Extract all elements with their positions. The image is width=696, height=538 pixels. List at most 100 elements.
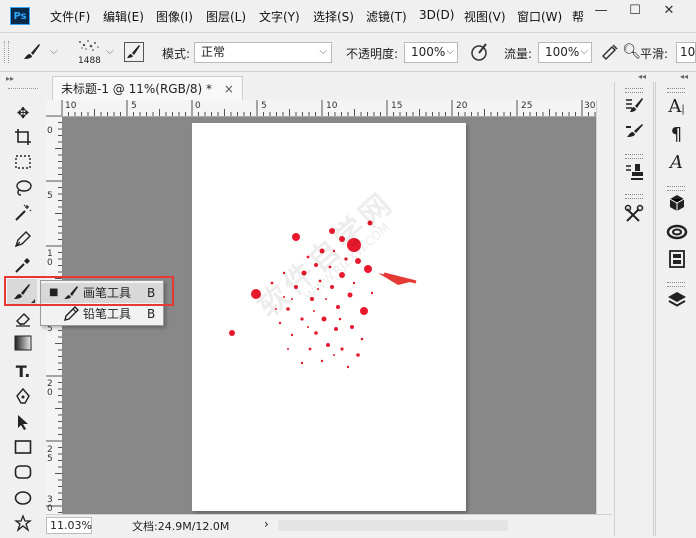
- magic-wand-tool[interactable]: [11, 204, 35, 226]
- mode-select[interactable]: 正常 ⌵: [194, 42, 332, 63]
- airbrush-button[interactable]: [600, 42, 620, 62]
- layers-icon: [667, 292, 686, 307]
- vertical-scrollbar[interactable]: [596, 100, 613, 514]
- flow-label: 流量:: [504, 47, 533, 61]
- horizontal-scrollbar[interactable]: [278, 520, 508, 531]
- smoothing-label: 平滑:: [640, 47, 669, 61]
- flyout-item-pencil-tool[interactable]: 铅笔工具 B: [41, 304, 163, 324]
- menu-type[interactable]: 文字(Y): [259, 8, 300, 25]
- menu-layer[interactable]: 图层(L): [206, 8, 246, 25]
- flyout-item-shortcut: B: [147, 307, 156, 321]
- menu-help[interactable]: 帮: [572, 8, 584, 25]
- paragraph-panel-button[interactable]: ¶: [656, 124, 696, 145]
- panel-dock-right: A| ¶ A: [655, 82, 696, 536]
- panel-grip: [625, 88, 643, 93]
- 3d-panel-button[interactable]: [656, 194, 696, 216]
- eyedropper-icon: [15, 258, 30, 273]
- cube-icon: [669, 195, 684, 211]
- brush-chevron-down-icon[interactable]: ⌵: [106, 46, 114, 57]
- panel-grip: [667, 282, 685, 287]
- pen-icon: [16, 387, 30, 404]
- zoom-input[interactable]: 11.03%: [46, 517, 92, 534]
- brush-icon: [24, 44, 40, 59]
- menu-image[interactable]: 图像(I): [156, 8, 193, 25]
- menu-select[interactable]: 选择(S): [313, 8, 354, 25]
- preset-chevron-down-icon[interactable]: ⌵: [50, 46, 58, 57]
- ruler-top-label: 25: [521, 101, 533, 111]
- move-tool[interactable]: ✥: [11, 102, 35, 124]
- panel-grip: [625, 194, 643, 199]
- menu-window[interactable]: 窗口(W): [517, 8, 562, 25]
- brush-settings-icon: [626, 98, 643, 112]
- menu-file[interactable]: 文件(F): [50, 8, 90, 25]
- opacity-input[interactable]: 100% ⌵: [404, 42, 458, 63]
- mode-value: 正常: [201, 45, 226, 59]
- layers-panel-button[interactable]: [656, 290, 696, 314]
- mode-chevron-down-icon: ⌵: [319, 46, 327, 57]
- rounded-rectangle-tool[interactable]: [11, 464, 35, 486]
- marquee-tool[interactable]: [11, 153, 35, 175]
- ellipse-tool[interactable]: [11, 490, 35, 512]
- glyphs-panel-button[interactable]: A: [656, 152, 696, 173]
- tool-presets-panel-button[interactable]: [615, 204, 653, 228]
- rounded-rectangle-icon: [14, 465, 32, 479]
- brush-panel-icon: [127, 45, 140, 58]
- brush-settings-toggle[interactable]: [124, 42, 144, 62]
- minimize-button[interactable]: —: [584, 0, 618, 22]
- artboard-tool[interactable]: [11, 128, 35, 150]
- ruler-top-label: 30: [584, 101, 596, 111]
- panel-b-collapse-icon[interactable]: ◂◂: [680, 72, 688, 81]
- flow-input[interactable]: 100% ⌵: [538, 42, 592, 63]
- ruler-left-label: 5: [47, 191, 53, 201]
- lasso-tool[interactable]: [11, 179, 35, 201]
- magic-wand-icon: [15, 204, 32, 221]
- pilcrow-icon: ¶: [670, 124, 683, 145]
- menu-3d[interactable]: 3D(D): [419, 8, 454, 22]
- crop-tool[interactable]: [11, 230, 35, 252]
- mode-label: 模式:: [162, 47, 191, 61]
- menu-filter[interactable]: 滤镜(T): [366, 8, 407, 25]
- artboard-icon: [15, 129, 31, 145]
- panel-grip: [625, 154, 643, 159]
- options-bar: ⌵ 1488 ⌵ 模式: 正常 ⌵ 不透明度: 100% ⌵ 流量: 100% …: [0, 33, 696, 72]
- ruler-origin[interactable]: [46, 100, 62, 116]
- document-tab[interactable]: 未标题-1 @ 11%(RGB/8) * ×: [52, 76, 243, 101]
- rectangle-icon: [14, 440, 32, 454]
- tool-preset-picker[interactable]: [22, 42, 42, 65]
- type-tool[interactable]: T.: [11, 361, 35, 383]
- panel-collapse-icon[interactable]: ◂◂: [638, 72, 646, 81]
- custom-shape-tool[interactable]: [11, 514, 35, 536]
- highlight-annotation: [4, 276, 174, 306]
- toolbar-grip: [8, 88, 38, 89]
- pressure-opacity-button[interactable]: [470, 42, 490, 62]
- document-canvas[interactable]: 软件自学网 WWW.RJZXW.COM: [192, 123, 466, 511]
- rectangle-tool[interactable]: [11, 439, 35, 461]
- close-window-button[interactable]: ✕: [652, 0, 686, 22]
- menu-view[interactable]: 视图(V): [464, 8, 506, 25]
- clone-source-panel-button[interactable]: [615, 162, 653, 186]
- ruler-top-label: 10: [65, 101, 77, 111]
- pen-tool[interactable]: [11, 387, 35, 409]
- path-selection-tool[interactable]: [11, 413, 35, 435]
- brush-settings-panel-button[interactable]: [615, 96, 653, 120]
- smoothing-value: 10: [680, 45, 696, 59]
- character-panel-button[interactable]: A|: [656, 96, 696, 117]
- panel-dock-left: [614, 82, 654, 536]
- brushes-panel-button[interactable]: [615, 122, 653, 146]
- status-more-arrow[interactable]: ›: [264, 517, 269, 531]
- adjustments-panel-button[interactable]: [656, 250, 696, 272]
- menu-edit[interactable]: 编辑(E): [103, 8, 144, 25]
- smoothing-input[interactable]: 10: [676, 42, 696, 63]
- horizontal-ruler[interactable]: 10 5 0 5 10 15 20 25 30: [62, 100, 596, 117]
- restore-button[interactable]: ☐: [618, 0, 652, 22]
- libraries-panel-button[interactable]: [656, 222, 696, 244]
- toolbar-collapse-icon[interactable]: ▸▸: [6, 74, 14, 83]
- gradient-tool[interactable]: [11, 335, 35, 357]
- eraser-tool[interactable]: [11, 310, 35, 332]
- character-a-icon: A: [668, 96, 682, 117]
- eyedropper-tool[interactable]: [11, 256, 35, 278]
- panel-grip: [667, 186, 685, 191]
- tools-icon: [624, 204, 644, 222]
- creative-cloud-icon: [666, 224, 687, 240]
- close-tab-icon[interactable]: ×: [224, 82, 234, 96]
